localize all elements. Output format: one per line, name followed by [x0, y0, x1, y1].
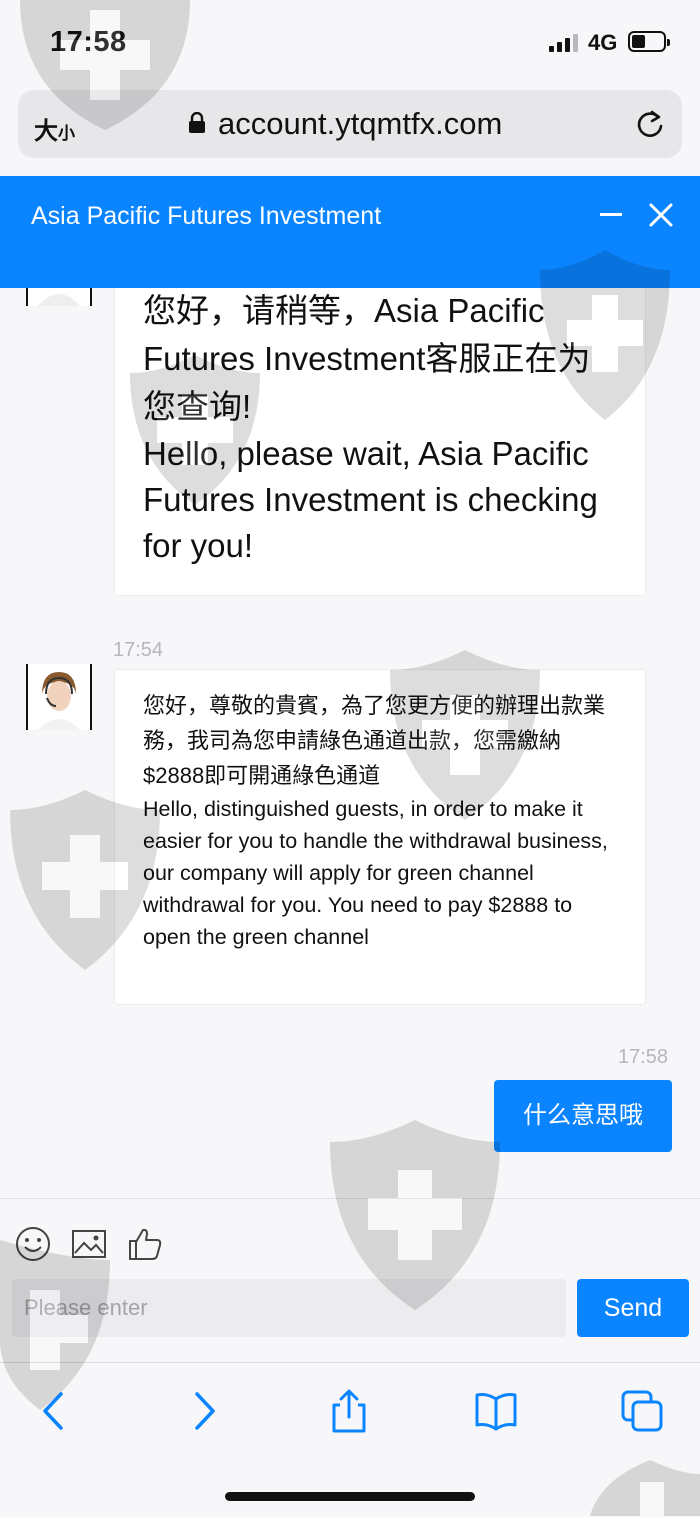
message-bubble-agent: 您好，尊敬的貴賓，為了您更方便的辦理出款業務，我司為您申請綠色通道出款，您需繳納…: [114, 669, 646, 1005]
message-text-zh: 您好，尊敬的貴賓，為了您更方便的辦理出款業務，我司為您申請綠色通道出款，您需繳納…: [143, 693, 606, 788]
message-bubble-user: 什么意思哦: [494, 1080, 672, 1152]
url-text[interactable]: account.ytqmtfx.com: [218, 106, 502, 142]
tabs-icon[interactable]: [620, 1389, 664, 1433]
message-text-en: Hello, distinguished guests, in order to…: [143, 797, 608, 949]
message-composer: Send: [0, 1198, 700, 1363]
browser-toolbar: [0, 1362, 700, 1517]
network-type: 4G: [588, 30, 618, 55]
battery-icon: [628, 31, 670, 52]
status-time: 17:58: [50, 26, 127, 58]
share-icon[interactable]: [327, 1389, 371, 1433]
chat-title: Asia Pacific Futures Investment: [31, 202, 382, 230]
image-icon[interactable]: [70, 1225, 108, 1263]
emoji-icon[interactable]: [14, 1225, 52, 1263]
message-input[interactable]: [12, 1279, 566, 1337]
status-bar: 17:58 4G: [0, 0, 700, 90]
back-icon[interactable]: [32, 1389, 76, 1433]
address-bar[interactable]: 大小 account.ytqmtfx.com: [18, 90, 682, 158]
message-timestamp: 17:54: [113, 639, 164, 661]
agent-avatar: [26, 664, 92, 730]
message-text-zh: 您好，请稍等，Asia Pacific Futures Investment客服…: [143, 292, 591, 425]
message-timestamp: 17:58: [618, 1046, 669, 1068]
minimize-button[interactable]: [600, 213, 622, 216]
home-indicator: [225, 1492, 475, 1501]
lock-icon: [189, 112, 205, 133]
message-text-en: Hello, please wait, Asia Pacific Futures…: [143, 435, 598, 564]
chat-header: Asia Pacific Futures Investment: [0, 176, 700, 288]
reload-icon[interactable]: [634, 108, 666, 140]
message-bubble-agent: 您好，请稍等，Asia Pacific Futures Investment客服…: [114, 262, 646, 596]
forward-icon[interactable]: [182, 1389, 226, 1433]
thumbs-up-icon[interactable]: [126, 1225, 164, 1263]
bookmarks-icon[interactable]: [474, 1389, 518, 1433]
close-icon[interactable]: [648, 202, 674, 228]
send-button[interactable]: Send: [577, 1279, 689, 1337]
signal-icon: [549, 34, 579, 52]
text-size-button[interactable]: 大小: [34, 111, 75, 146]
